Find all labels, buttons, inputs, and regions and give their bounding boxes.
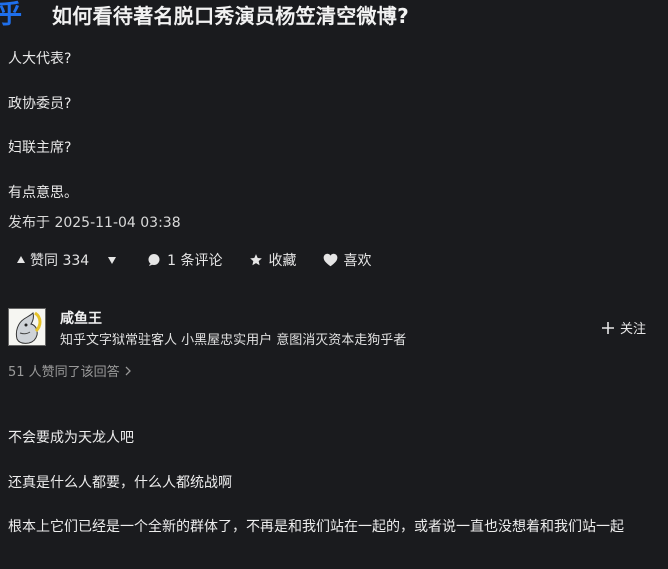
publish-time: 发布于 2025-11-04 03:38 xyxy=(8,215,181,231)
answer-paragraph: 妇联主席? xyxy=(8,140,72,156)
question-title[interactable]: 如何看待著名脱口秀演员杨笠清空微博? xyxy=(52,0,409,29)
triangle-up-icon xyxy=(16,255,26,265)
zhihu-logo[interactable]: 乎 xyxy=(0,0,22,31)
answer-paragraph: 不会要成为天龙人吧 xyxy=(8,430,134,446)
answer-paragraph: 有点意思。 xyxy=(8,185,78,201)
downvote-button[interactable] xyxy=(107,255,117,265)
chevron-right-icon xyxy=(124,366,132,376)
upvote-label: 赞同 334 xyxy=(30,253,90,269)
comment-label: 1 条评论 xyxy=(167,253,223,269)
author-info: 咸鱼王 知乎文字狱常驻客人 小黑屋忠实用户 意图消灭资本走狗乎者 关注 xyxy=(8,308,658,348)
star-icon xyxy=(249,253,263,267)
plus-icon xyxy=(602,321,614,334)
author-bio: 知乎文字狱常驻客人 小黑屋忠实用户 意图消灭资本走狗乎者 xyxy=(60,333,407,348)
comment-bubble-icon xyxy=(147,253,161,267)
heart-icon xyxy=(323,253,338,267)
answer-page: 乎 如何看待著名脱口秀演员杨笠清空微博? 人大代表? 政协委员? 妇联主席? 有… xyxy=(0,0,668,569)
like-button[interactable]: 喜欢 xyxy=(323,250,372,270)
answer-paragraph: 还真是什么人都要，什么人都统战啊 xyxy=(8,475,232,491)
answer-paragraph: 政协委员? xyxy=(8,96,72,112)
author-name[interactable]: 咸鱼王 xyxy=(60,308,102,328)
upvote-button[interactable]: 赞同 334 xyxy=(16,250,89,270)
agree-summary-text: 51 人赞同了该回答 xyxy=(8,365,120,380)
comment-button[interactable]: 1 条评论 xyxy=(147,250,223,270)
agree-summary-link[interactable]: 51 人赞同了该回答 xyxy=(8,361,132,380)
follow-label: 关注 xyxy=(620,322,647,337)
triangle-down-icon xyxy=(107,255,117,265)
avatar[interactable] xyxy=(8,308,46,346)
answer-paragraph: 根本上它们已经是一个全新的群体了，不再是和我们站在一起的，或者说一直也没想着和我… xyxy=(8,519,624,535)
like-label: 喜欢 xyxy=(343,253,372,269)
answer-actions-bar: 赞同 334 1 条评论 收藏 喜欢 xyxy=(16,250,398,270)
follow-button[interactable]: 关注 xyxy=(602,318,646,337)
collect-button[interactable]: 收藏 xyxy=(249,250,297,270)
answer-paragraph: 人大代表? xyxy=(8,51,72,67)
collect-label: 收藏 xyxy=(268,253,297,269)
